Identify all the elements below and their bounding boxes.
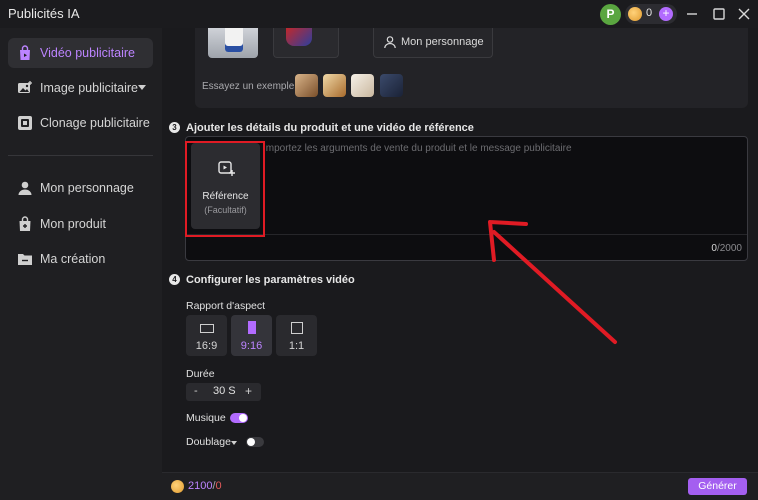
video-add-icon [218, 161, 235, 176]
person-icon [18, 181, 32, 195]
app-title: Publicités IA [8, 6, 80, 21]
minimize-icon[interactable] [683, 5, 701, 23]
main-content: Mon personnage Essayez un exemple : 3 Aj… [162, 28, 758, 468]
example-thumbnail[interactable] [380, 74, 403, 97]
portrait-icon [248, 321, 256, 334]
reference-optional-label: (Facultatif) [204, 205, 247, 215]
product-thumbnail[interactable] [208, 28, 258, 58]
reference-label: Référence [202, 191, 249, 202]
toggle-knob [239, 414, 247, 422]
duration-stepper: - 30 S + [186, 383, 261, 401]
image-icon [18, 81, 32, 93]
generate-button[interactable]: Générer [688, 478, 747, 495]
video-bag-icon [20, 45, 30, 60]
character-counter: 0/2000 [711, 243, 742, 254]
duration-label: Durée [186, 368, 215, 380]
sidebar: Vidéo publicitaire Image publicitaire Cl… [0, 28, 162, 500]
sidebar-item-ad-cloning[interactable]: Clonage publicitaire [8, 108, 153, 138]
sidebar-item-my-character[interactable]: Mon personnage [8, 173, 153, 203]
sidebar-item-label: Image publicitaire [40, 81, 138, 95]
sidebar-divider [8, 155, 153, 156]
dubbing-label: Doublage [186, 436, 231, 448]
clone-icon [18, 116, 32, 130]
aspect-option-9-16[interactable]: 9:16 [231, 315, 272, 356]
reference-video-upload[interactable]: Référence (Facultatif) [191, 143, 260, 229]
product-selection-card: Mon personnage Essayez un exemple : [195, 28, 748, 108]
coin-icon [628, 7, 642, 21]
title-bar: Publicités IA P 0 + [0, 0, 758, 28]
music-label: Musique [186, 412, 226, 424]
example-thumbnail[interactable] [351, 74, 374, 97]
folder-icon [18, 254, 32, 265]
aspect-option-1-1[interactable]: 1:1 [276, 315, 317, 356]
duration-increase-button[interactable]: + [245, 384, 252, 398]
person-icon [384, 36, 396, 49]
sidebar-item-label: Ma création [40, 252, 106, 266]
step-4-badge: 4 [169, 274, 180, 285]
my-character-button[interactable]: Mon personnage [373, 28, 493, 58]
toggle-knob [247, 438, 255, 446]
example-thumbnail[interactable] [295, 74, 318, 97]
example-thumbnail[interactable] [323, 74, 346, 97]
sidebar-item-label: Vidéo publicitaire [40, 46, 135, 60]
coin-count: 0 [646, 7, 653, 19]
aspect-option-label: 1:1 [288, 340, 305, 352]
sidebar-item-video-ad[interactable]: Vidéo publicitaire [8, 38, 153, 68]
step-3-title: Ajouter les détails du produit et une vi… [186, 122, 474, 134]
coin-icon [171, 480, 184, 493]
aspect-option-label: 16:9 [195, 340, 218, 352]
sidebar-item-my-product[interactable]: Mon produit [8, 209, 153, 239]
product-details-input[interactable]: Référence (Facultatif) Importez les argu… [185, 136, 748, 261]
chevron-down-icon[interactable] [231, 441, 237, 445]
credit-balance: 2100/0 [188, 480, 222, 492]
my-character-label: Mon personnage [401, 36, 484, 48]
aspect-option-label: 9:16 [240, 340, 263, 352]
credit-balance-value: 2100 [188, 480, 213, 492]
duration-value: 30 S [213, 385, 236, 397]
details-placeholder: Importez les arguments de vente du produ… [263, 143, 572, 154]
step-3-badge: 3 [169, 122, 180, 133]
coin-balance-pill[interactable]: 0 + [625, 4, 677, 24]
character-count-max: /2000 [716, 243, 742, 254]
sidebar-item-my-creation[interactable]: Ma création [8, 244, 153, 274]
sidebar-item-label: Mon produit [40, 217, 107, 231]
example-label: Essayez un exemple : [202, 81, 300, 92]
character-thumbnail[interactable] [273, 28, 339, 58]
product-bag-icon [19, 216, 31, 231]
user-avatar[interactable]: P [600, 4, 621, 25]
sidebar-item-image-ad[interactable]: Image publicitaire [8, 73, 153, 103]
chevron-down-icon[interactable] [138, 85, 146, 90]
sidebar-item-label: Clonage publicitaire [40, 116, 150, 130]
step-4-title: Configurer les paramètres vidéo [186, 274, 355, 286]
aspect-ratio-label: Rapport d'aspect [186, 300, 266, 312]
aspect-option-16-9[interactable]: 16:9 [186, 315, 227, 356]
maximize-icon[interactable] [710, 5, 728, 23]
duration-decrease-button[interactable]: - [194, 385, 198, 397]
close-icon[interactable] [735, 5, 753, 23]
dubbing-toggle[interactable] [246, 437, 264, 447]
music-toggle[interactable] [230, 413, 248, 423]
credit-cost: 0 [215, 480, 222, 492]
sidebar-item-label: Mon personnage [40, 181, 134, 195]
footer-bar: 2100/0 Générer [162, 472, 758, 500]
landscape-icon [200, 324, 214, 333]
square-icon [291, 322, 303, 334]
add-coins-button[interactable]: + [659, 7, 673, 21]
input-divider [186, 234, 747, 235]
